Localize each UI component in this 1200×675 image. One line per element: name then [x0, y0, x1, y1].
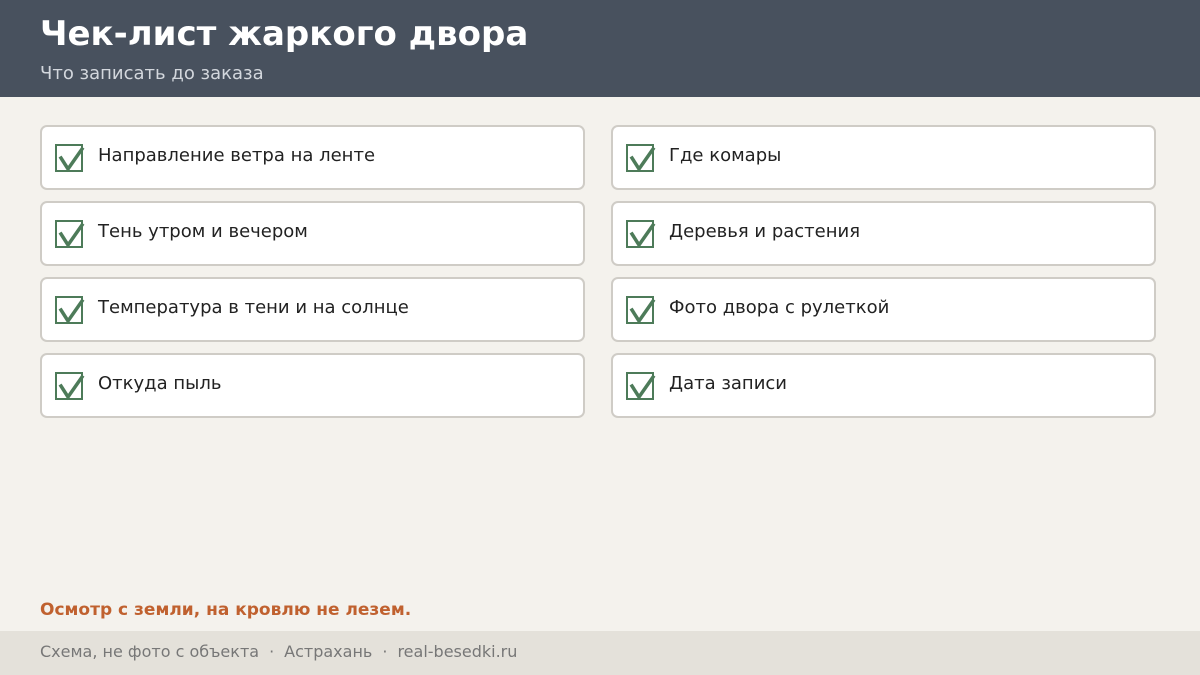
checklist-item-yard-photo[interactable]: Фото двора с рулеткой	[611, 277, 1156, 342]
footer-text: Схема, не фото с объекта · Астрахань · real-…	[40, 642, 517, 661]
checklist-item-record-date[interactable]: Дата записи	[611, 353, 1156, 418]
checkbox-checked-icon[interactable]	[55, 144, 85, 173]
footer-city: Астрахань	[284, 642, 373, 661]
footer-separator: ·	[269, 642, 275, 661]
checkbox-checked-icon[interactable]	[626, 372, 656, 401]
footer-bar: Схема, не фото с объекта · Астрахань · real-…	[0, 631, 1200, 675]
checkbox-checked-icon[interactable]	[626, 220, 656, 249]
checklist-item-label: Дата записи	[669, 373, 787, 394]
checkbox-checked-icon[interactable]	[55, 220, 85, 249]
checklist-item-dust[interactable]: Откуда пыль	[40, 353, 585, 418]
safety-note: Осмотр с земли, на кровлю не лезем.	[40, 600, 412, 620]
checklist-item-mosquitoes[interactable]: Где комары	[611, 125, 1156, 190]
checkbox-checked-icon[interactable]	[626, 144, 656, 173]
checklist-item-wind-direction[interactable]: Направление ветра на ленте	[40, 125, 585, 190]
checklist-grid: Направление ветра на ленте Где комары Те…	[40, 125, 1156, 418]
checklist-item-temperature[interactable]: Температура в тени и на солнце	[40, 277, 585, 342]
footer-website-link[interactable]: real-besedki.ru	[397, 642, 517, 661]
page-subtitle: Что записать до заказа	[40, 63, 264, 84]
footer-disclaimer: Схема, не фото с объекта	[40, 642, 260, 661]
checklist-item-shade[interactable]: Тень утром и вечером	[40, 201, 585, 266]
checklist-item-label: Деревья и растения	[669, 221, 861, 242]
page-title: Чек-лист жаркого двора	[40, 14, 529, 54]
checklist-item-label: Направление ветра на ленте	[98, 145, 376, 166]
header-bar: Чек-лист жаркого двора Что записать до з…	[0, 0, 1200, 97]
checkbox-checked-icon[interactable]	[55, 372, 85, 401]
checklist-item-label: Откуда пыль	[98, 373, 222, 394]
checklist-item-label: Где комары	[669, 145, 782, 166]
checklist-item-label: Температура в тени и на солнце	[98, 297, 409, 318]
checklist-item-label: Фото двора с рулеткой	[669, 297, 890, 318]
checklist-item-label: Тень утром и вечером	[98, 221, 308, 242]
checkbox-checked-icon[interactable]	[55, 296, 85, 325]
checklist-item-trees[interactable]: Деревья и растения	[611, 201, 1156, 266]
footer-separator: ·	[382, 642, 388, 661]
checkbox-checked-icon[interactable]	[626, 296, 656, 325]
